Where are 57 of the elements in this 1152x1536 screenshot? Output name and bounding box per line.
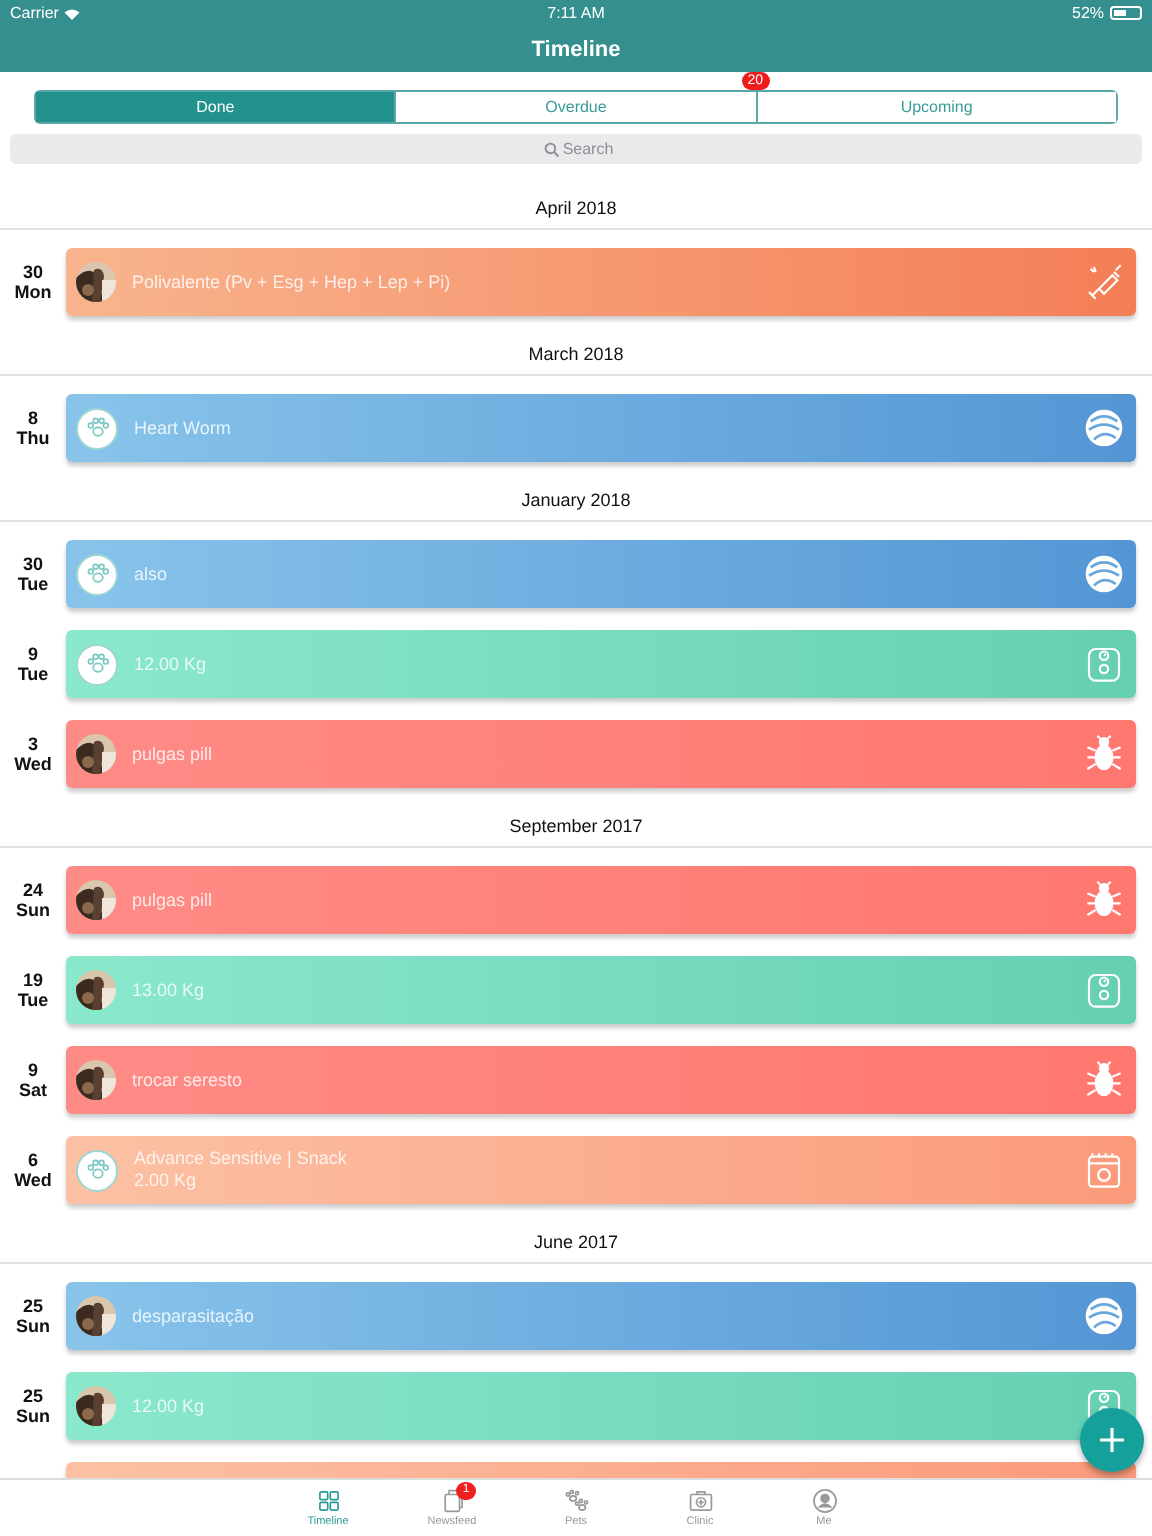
battery-percent: 52%	[1072, 4, 1105, 22]
day-number: 30	[22, 262, 43, 282]
entry-title: 12.00 Kg	[134, 653, 209, 675]
timeline-card[interactable]: Heart Worm	[66, 394, 1136, 462]
weekday-label: Sun	[16, 900, 50, 920]
weekday-label: Tue	[17, 990, 49, 1010]
weekday-label: Tue	[17, 664, 49, 684]
screen-title: Timeline	[531, 37, 621, 61]
entry-title: desparasitação	[132, 1305, 257, 1327]
segment-tab[interactable]: Done	[36, 92, 395, 122]
segment-tab[interactable]: Upcoming	[755, 92, 1116, 122]
entry-title: also	[134, 563, 170, 585]
day-number: 6	[27, 1150, 38, 1170]
weekday-label: Wed	[14, 754, 52, 774]
clock-time: 7:11 AM	[547, 4, 605, 22]
entry-title: 12.00 Kg	[132, 1395, 207, 1417]
timeline-card[interactable]: 13.00 Kg	[66, 956, 1136, 1024]
day-number: 30	[22, 554, 43, 574]
timeline-card[interactable]: Advance Sensitive | Snack 2.00 Kg	[66, 1136, 1136, 1204]
day-number: 9	[27, 644, 38, 664]
day-number: 25	[22, 1296, 43, 1316]
weekday-label: Thu	[16, 428, 50, 448]
timeline-card[interactable]: desparasitação	[66, 1282, 1136, 1350]
day-number: 19	[22, 970, 43, 990]
entry-title: pulgas pill	[132, 889, 215, 911]
entry-title: Polivalente (Pv + Esg + Hep + Lep + Pi)	[132, 271, 453, 293]
day-number: 24	[22, 880, 43, 900]
timeline-card[interactable]: trocar seresto	[66, 1046, 1136, 1114]
timeline-card[interactable]: 12.00 Kg	[66, 1372, 1136, 1440]
month-header: June 2017	[533, 1232, 619, 1252]
search-field[interactable]: Search	[10, 134, 1142, 164]
weekday-label: Mon	[14, 282, 52, 302]
timeline-card[interactable]: pulgas pill	[66, 866, 1136, 934]
timeline-card[interactable]: 12.00 Kg	[66, 630, 1136, 698]
weekday-label: Tue	[17, 574, 49, 594]
day-number: 9	[27, 1060, 38, 1080]
entry-title: 13.00 Kg	[132, 979, 207, 1001]
timeline-card[interactable]: also	[66, 540, 1136, 608]
carrier-label: Carrier	[10, 4, 59, 22]
month-header: April 2018	[535, 198, 617, 218]
entry-title: pulgas pill	[132, 743, 215, 765]
day-number: 25	[22, 1386, 43, 1406]
weekday-label: Wed	[14, 1170, 52, 1190]
entry-title: Heart Worm	[134, 417, 233, 439]
weekday-label: Sun	[16, 1406, 50, 1426]
weekday-label: Sun	[16, 1316, 50, 1336]
entry-title: trocar seresto	[132, 1069, 245, 1091]
month-header: September 2017	[509, 816, 643, 836]
entry-subtitle: 2.00 Kg	[134, 1170, 199, 1192]
timeline-card[interactable]: pulgas pill	[66, 720, 1136, 788]
day-number: 3	[27, 734, 38, 754]
timeline-card[interactable]: Polivalente (Pv + Esg + Hep + Lep + Pi)	[66, 248, 1136, 316]
month-header: March 2018	[528, 344, 624, 364]
entry-title: Advance Sensitive | Snack	[134, 1148, 349, 1170]
month-header: January 2018	[521, 490, 631, 510]
day-number: 8	[27, 408, 38, 428]
weekday-label: Sat	[18, 1080, 47, 1100]
